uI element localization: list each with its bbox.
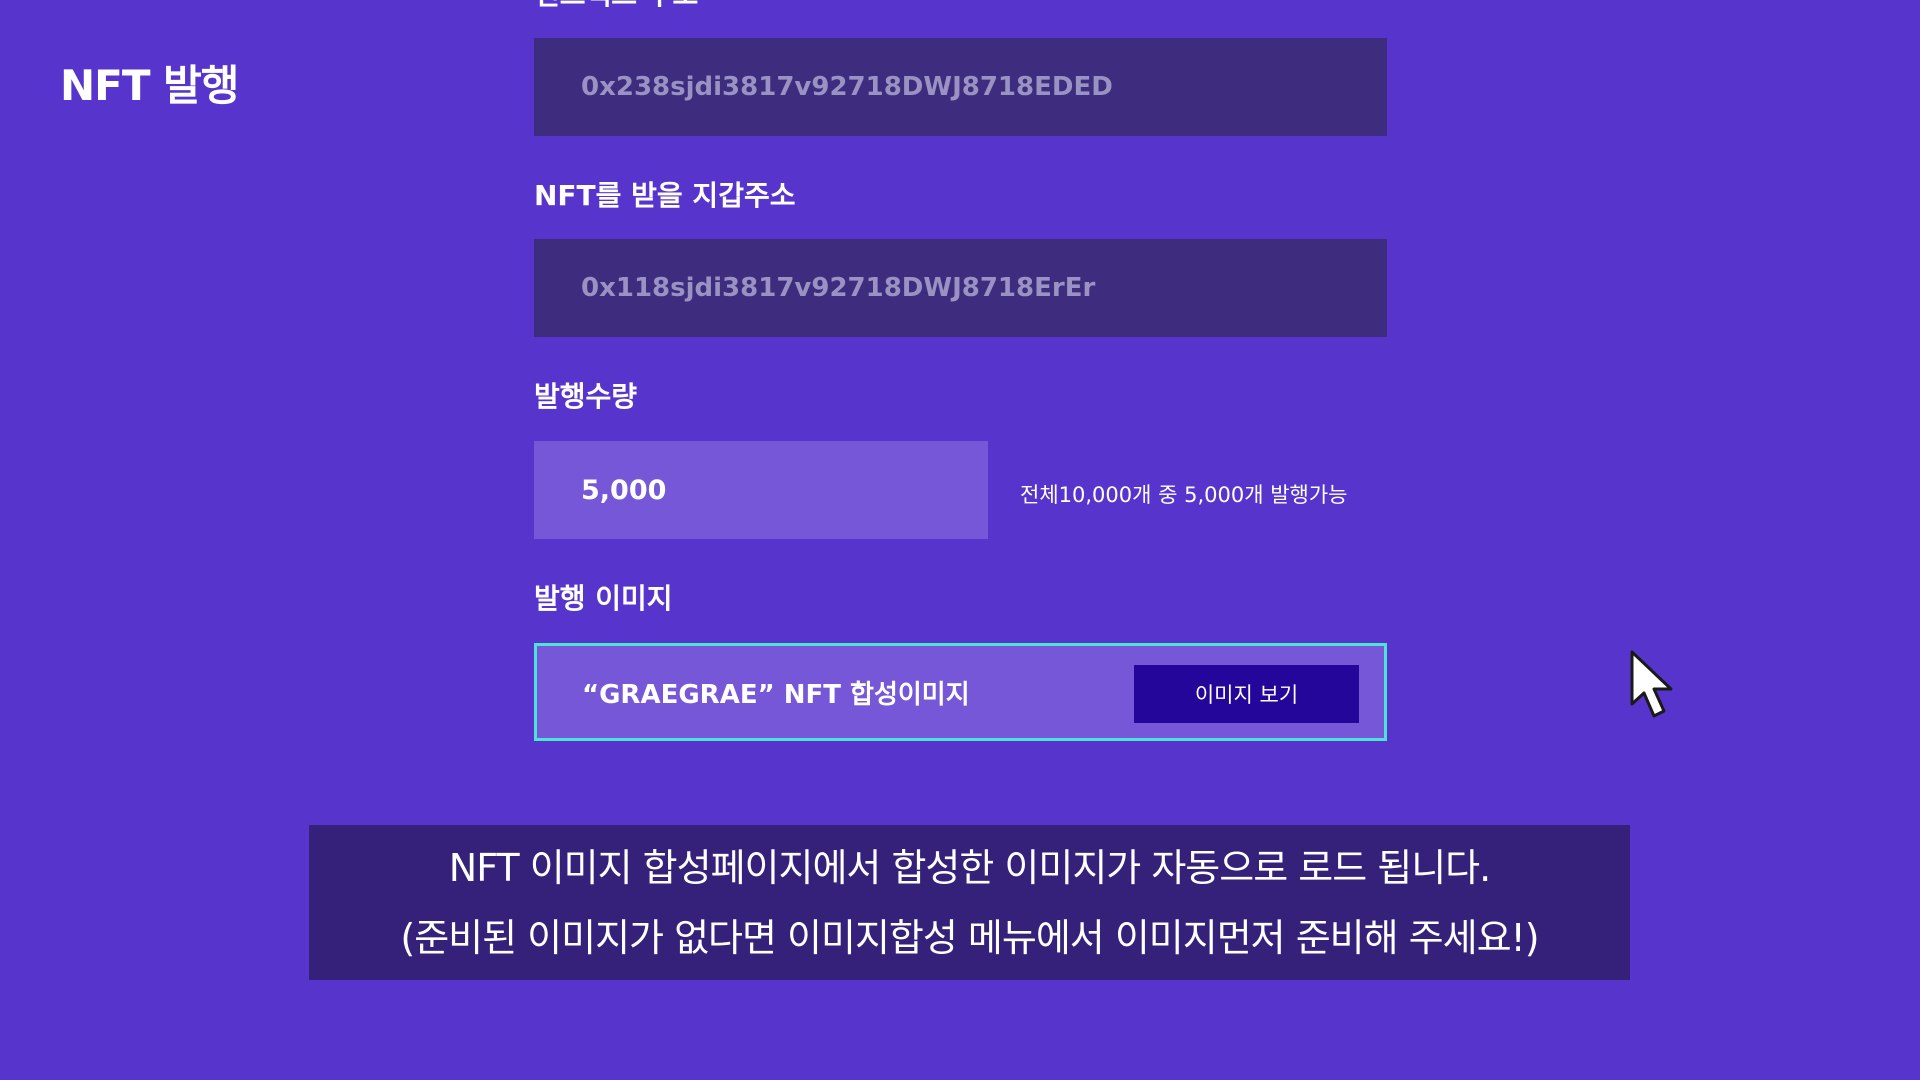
page-title: NFT 발행 [60, 61, 239, 110]
quantity-value: 5,000 [581, 474, 667, 506]
view-image-button[interactable]: 이미지 보기 [1134, 665, 1359, 723]
wallet-address-label: NFT를 받을 지갑주소 [534, 179, 796, 212]
caption-line-1: NFT 이미지 합성페이지에서 합성한 이미지가 자동으로 로드 됩니다. [448, 845, 1491, 890]
quantity-availability-hint: 전체10,000개 중 5,000개 발행가능 [1020, 483, 1348, 507]
mouse-pointer-icon [1630, 650, 1673, 718]
contract-address-value: 0x238sjdi3817v92718DWJ8718EDED [581, 72, 1113, 102]
wallet-address-field[interactable]: 0x118sjdi3817v92718DWJ8718ErEr [534, 239, 1387, 337]
issue-image-field[interactable]: “GRAEGRAE” NFT 합성이미지 이미지 보기 [534, 643, 1387, 741]
wallet-address-value: 0x118sjdi3817v92718DWJ8718ErEr [581, 273, 1096, 303]
caption-box: NFT 이미지 합성페이지에서 합성한 이미지가 자동으로 로드 됩니다. (준… [309, 825, 1630, 980]
issue-image-value: “GRAEGRAE” NFT 합성이미지 [582, 679, 970, 710]
caption-line-2: (준비된 이미지가 없다면 이미지합성 메뉴에서 이미지먼저 준비해 주세요!) [400, 915, 1539, 960]
issue-image-label: 발행 이미지 [534, 582, 673, 615]
quantity-label: 발행수량 [534, 380, 638, 413]
contract-address-field[interactable]: 0x238sjdi3817v92718DWJ8718EDED [534, 38, 1387, 136]
contract-address-label: 컨트랙트 주소 [534, 0, 698, 12]
quantity-input[interactable]: 5,000 [534, 441, 988, 539]
